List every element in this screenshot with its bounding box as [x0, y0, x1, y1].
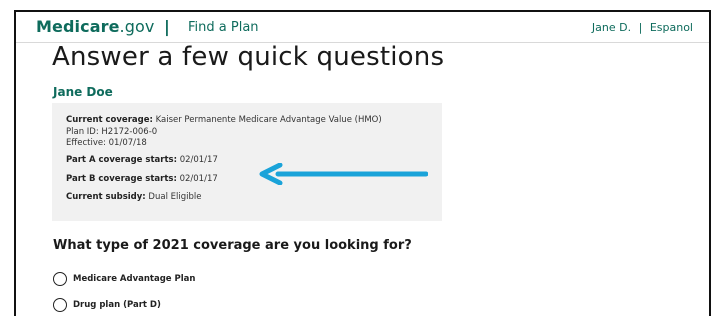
- current-coverage-label: Current coverage:: [66, 115, 153, 125]
- left-arrow-icon: [259, 163, 428, 185]
- radio-button[interactable]: [53, 298, 67, 312]
- current-coverage-line: Current coverage: Kaiser Permanente Medi…: [66, 115, 382, 125]
- find-a-plan-link[interactable]: Find a Plan: [188, 20, 259, 35]
- brand-main: Medicare: [36, 17, 120, 36]
- page-title: Answer a few quick questions: [52, 42, 445, 72]
- current-coverage-value: Kaiser Permanente Medicare Advantage Val…: [155, 115, 382, 125]
- coverage-summary-box: Current coverage: Kaiser Permanente Medi…: [52, 103, 442, 221]
- user-name-link[interactable]: Jane D.: [592, 21, 631, 34]
- radio-button[interactable]: [53, 272, 67, 286]
- user-nav-separator: |: [638, 21, 643, 34]
- brand-suffix: .gov: [119, 17, 155, 36]
- part-b-line: Part B coverage starts: 02/01/17: [66, 174, 218, 184]
- member-name: Jane Doe: [53, 85, 113, 99]
- part-b-label: Part B coverage starts:: [66, 174, 177, 184]
- part-a-line: Part A coverage starts: 02/01/17: [66, 155, 218, 165]
- subsidy-value: Dual Eligible: [148, 192, 202, 202]
- option-label: Medicare Advantage Plan: [73, 274, 196, 284]
- part-a-value: 02/01/17: [179, 155, 218, 165]
- effective-date: Effective: 01/07/18: [66, 138, 147, 148]
- top-nav-bar: Medicare.gov | Find a Plan Jane D. | Esp…: [16, 12, 709, 43]
- medicare-logo[interactable]: Medicare.gov: [36, 17, 154, 36]
- subsidy-line: Current subsidy: Dual Eligible: [66, 192, 201, 202]
- option-drug-plan[interactable]: Drug plan (Part D): [53, 298, 253, 314]
- brand-separator: |: [164, 17, 170, 36]
- part-b-value: 02/01/17: [179, 174, 218, 184]
- coverage-type-question: What type of 2021 coverage are you looki…: [53, 238, 412, 253]
- plan-id: Plan ID: H2172-006-0: [66, 127, 158, 137]
- option-medicare-advantage[interactable]: Medicare Advantage Plan: [53, 272, 253, 288]
- language-link[interactable]: Espanol: [650, 21, 693, 34]
- part-a-label: Part A coverage starts:: [66, 155, 177, 165]
- subsidy-label: Current subsidy:: [66, 192, 146, 202]
- option-label: Drug plan (Part D): [73, 300, 161, 310]
- user-nav: Jane D. | Espanol: [590, 21, 695, 34]
